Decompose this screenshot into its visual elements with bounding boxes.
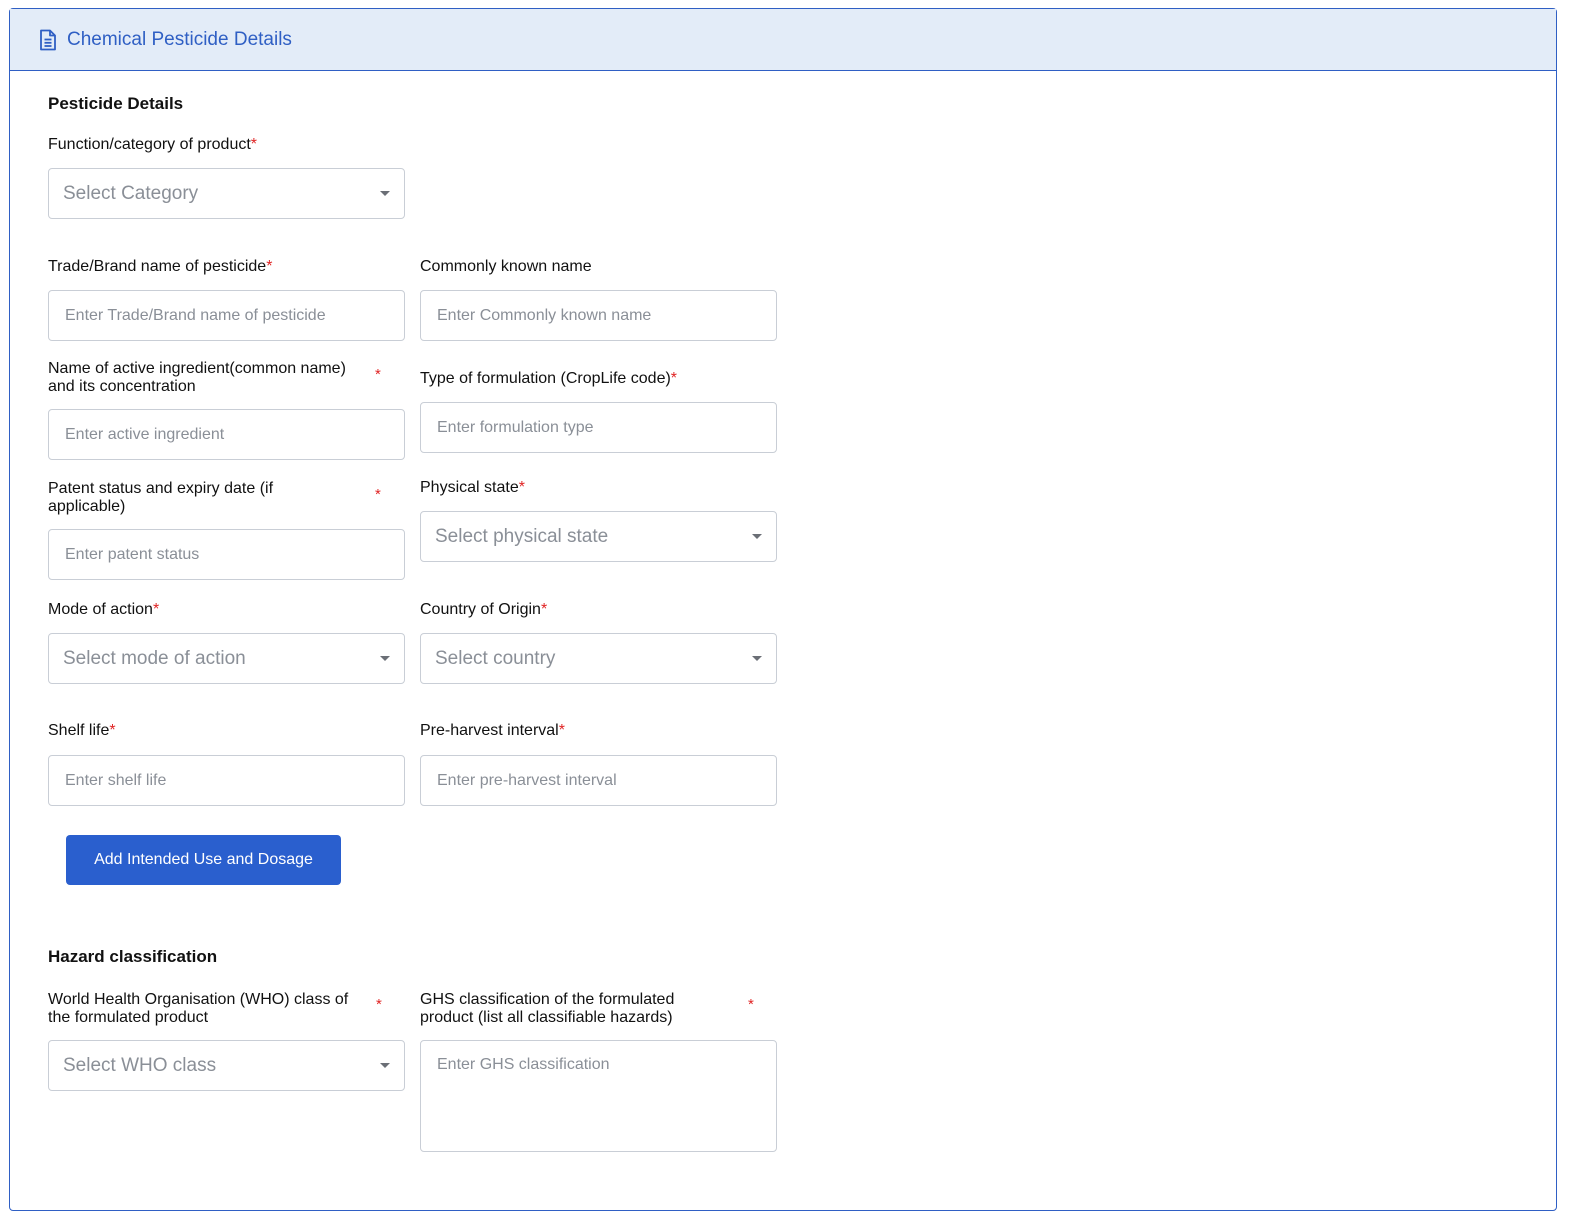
shelf-life-label: Shelf life* xyxy=(48,722,116,739)
section-title-hazard-classification: Hazard classification xyxy=(48,947,218,966)
chevron-down-icon xyxy=(752,656,762,661)
ghs-classification-textarea[interactable]: Enter GHS classification xyxy=(420,1040,777,1152)
category-select[interactable]: Select Category xyxy=(48,168,405,219)
who-class-select[interactable]: Select WHO class xyxy=(48,1040,405,1091)
who-class-label-line2: the formulated product xyxy=(48,1009,209,1026)
patent-status-label-line2: applicable) xyxy=(48,498,126,515)
physical-state-select[interactable]: Select physical state xyxy=(420,511,777,562)
required-marker: * xyxy=(670,370,678,387)
card-title: Chemical Pesticide Details xyxy=(67,28,292,50)
required-marker: * xyxy=(376,996,382,1013)
physical-state-label: Physical state* xyxy=(420,479,525,496)
required-marker: * xyxy=(375,486,381,503)
physical-state-select-placeholder: Select physical state xyxy=(435,525,609,547)
common-name-input[interactable]: Enter Commonly known name xyxy=(420,290,777,341)
required-marker: * xyxy=(250,136,258,153)
ghs-classification-label-line1: GHS classification of the formulated xyxy=(420,991,675,1008)
mode-of-action-select[interactable]: Select mode of action xyxy=(48,633,405,684)
country-of-origin-label: Country of Origin* xyxy=(420,601,548,618)
trade-name-input[interactable]: Enter Trade/Brand name of pesticide xyxy=(48,290,405,341)
required-marker: * xyxy=(558,722,565,739)
active-ingredient-input[interactable]: Enter active ingredient xyxy=(48,409,405,460)
patent-status-input[interactable]: Enter patent status xyxy=(48,529,405,580)
required-marker: * xyxy=(540,601,548,618)
who-class-label: World Health Organisation (WHO) class of… xyxy=(48,991,348,1027)
required-marker: * xyxy=(518,479,525,496)
shelf-life-input[interactable]: Enter shelf life xyxy=(48,755,405,806)
pesticide-details-card: Chemical Pesticide Details Pesticide Det… xyxy=(9,8,1557,1211)
card-header: Chemical Pesticide Details xyxy=(10,9,1556,71)
common-name-placeholder: Enter Commonly known name xyxy=(437,306,652,324)
common-name-label: Commonly known name xyxy=(420,258,592,275)
formulation-type-placeholder: Enter formulation type xyxy=(437,418,594,436)
trade-name-placeholder: Enter Trade/Brand name of pesticide xyxy=(65,306,326,324)
category-select-placeholder: Select Category xyxy=(63,182,199,204)
document-icon xyxy=(38,29,58,51)
required-marker: * xyxy=(266,258,273,275)
section-title-pesticide-details: Pesticide Details xyxy=(48,94,184,113)
pre-harvest-label: Pre-harvest interval* xyxy=(420,722,565,739)
active-ingredient-label-line2: and its concentration xyxy=(48,378,196,395)
add-intended-use-button[interactable]: Add Intended Use and Dosage xyxy=(66,835,341,885)
active-ingredient-label-line1: Name of active ingredient(common name) xyxy=(48,360,346,377)
patent-status-label: Patent status and expiry date (if applic… xyxy=(48,480,273,516)
who-class-select-placeholder: Select WHO class xyxy=(63,1054,217,1076)
required-marker: * xyxy=(109,722,116,739)
patent-status-label-line1: Patent status and expiry date (if xyxy=(48,480,274,497)
active-ingredient-placeholder: Enter active ingredient xyxy=(65,425,225,443)
patent-status-placeholder: Enter patent status xyxy=(65,545,200,563)
required-marker: * xyxy=(748,996,754,1013)
mode-of-action-label: Mode of action* xyxy=(48,601,160,618)
shelf-life-placeholder: Enter shelf life xyxy=(65,771,167,789)
formulation-type-input[interactable]: Enter formulation type xyxy=(420,402,777,453)
chevron-down-icon xyxy=(752,534,762,539)
who-class-label-line1: World Health Organisation (WHO) class of xyxy=(48,991,349,1008)
ghs-classification-placeholder: Enter GHS classification xyxy=(437,1056,610,1073)
active-ingredient-label: Name of active ingredient(common name) a… xyxy=(48,360,346,396)
country-of-origin-select-placeholder: Select country xyxy=(435,647,556,669)
chevron-down-icon xyxy=(380,191,390,196)
chevron-down-icon xyxy=(380,1063,390,1068)
required-marker: * xyxy=(375,366,381,383)
pre-harvest-placeholder: Enter pre-harvest interval xyxy=(437,771,617,789)
country-of-origin-select[interactable]: Select country xyxy=(420,633,777,684)
formulation-type-label: Type of formulation (CropLife code)* xyxy=(420,370,678,387)
ghs-classification-label-line2: product (list all classifiable hazards) xyxy=(420,1009,673,1026)
chevron-down-icon xyxy=(380,656,390,661)
mode-of-action-select-placeholder: Select mode of action xyxy=(63,647,246,669)
trade-name-label: Trade/Brand name of pesticide* xyxy=(48,258,273,275)
pre-harvest-input[interactable]: Enter pre-harvest interval xyxy=(420,755,777,806)
category-label: Function/category of product* xyxy=(48,136,258,153)
ghs-classification-label: GHS classification of the formulated pro… xyxy=(420,991,674,1027)
required-marker: * xyxy=(152,601,160,618)
